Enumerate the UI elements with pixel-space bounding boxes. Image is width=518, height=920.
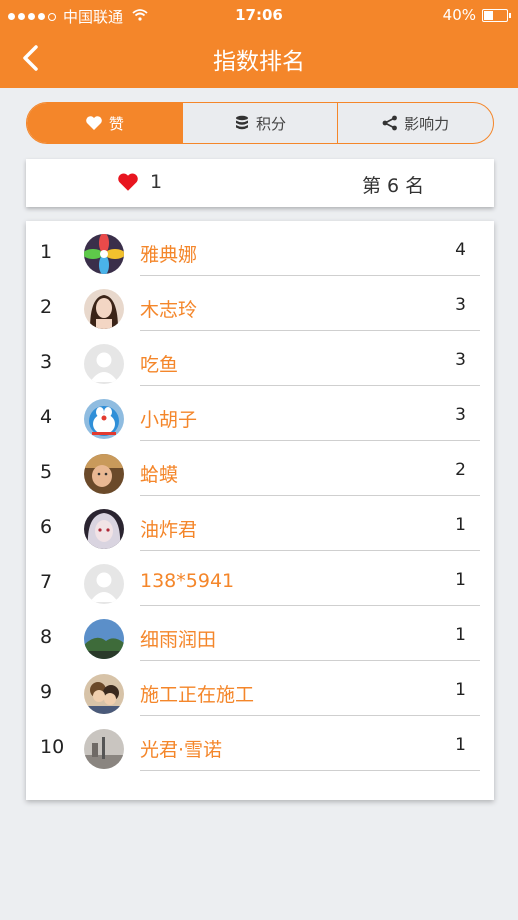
avatar <box>84 344 124 384</box>
list-item[interactable]: 9 施工正在施工 1 <box>26 661 494 716</box>
list-item[interactable]: 7 138*5941 1 <box>26 551 494 606</box>
user-name: 吃鱼 <box>140 354 179 376</box>
user-name: 小胡子 <box>140 409 198 431</box>
street-photo-avatar <box>84 729 124 769</box>
tab-likes[interactable]: 赞 <box>27 103 182 143</box>
list-item[interactable]: 8 细雨润田 1 <box>26 606 494 661</box>
user-name: 施工正在施工 <box>140 684 255 706</box>
woman-photo-avatar <box>84 289 124 329</box>
user-name: 雅典娜 <box>140 244 198 266</box>
flower-avatar <box>84 234 124 274</box>
my-rank: 第 6 名 <box>362 175 425 197</box>
avatar <box>84 674 124 714</box>
rank-number: 4 <box>40 406 53 428</box>
landscape-avatar <box>84 619 124 659</box>
avatar <box>84 454 124 494</box>
list-item[interactable]: 4 小胡子 3 <box>26 386 494 441</box>
tab-label: 赞 <box>108 114 124 133</box>
score: 1 <box>455 680 466 700</box>
list-item[interactable]: 5 蛤蟆 2 <box>26 441 494 496</box>
avatar <box>84 289 124 329</box>
page-title: 指数排名 <box>213 49 305 75</box>
score: 3 <box>455 295 466 315</box>
rank-number: 8 <box>40 626 53 648</box>
database-icon <box>236 115 248 130</box>
list-item[interactable]: 2 木志玲 3 <box>26 276 494 331</box>
user-name: 138*5941 <box>140 570 235 592</box>
default-avatar <box>84 344 124 384</box>
avatar <box>84 234 124 274</box>
tab-points[interactable]: 积分 <box>181 103 338 143</box>
score: 4 <box>455 240 466 260</box>
user-name: 油炸君 <box>140 519 198 541</box>
tab-label: 积分 <box>256 114 287 133</box>
default-avatar <box>84 564 124 604</box>
rank-number: 7 <box>40 571 53 593</box>
rank-number: 6 <box>40 516 53 538</box>
status-bar: 中国联通 17:06 40% <box>0 0 518 30</box>
tab-label: 影响力 <box>404 114 450 133</box>
share-icon <box>382 115 398 131</box>
score: 1 <box>455 515 466 535</box>
user-name: 细雨润田 <box>140 629 217 651</box>
avatar <box>84 564 124 604</box>
rank-number: 9 <box>40 681 53 703</box>
doraemon-avatar <box>84 399 124 439</box>
score: 3 <box>455 350 466 370</box>
divider <box>140 770 480 771</box>
battery-fill <box>484 10 493 20</box>
list-item[interactable]: 3 吃鱼 3 <box>26 331 494 386</box>
user-name: 木志玲 <box>140 299 198 321</box>
score: 1 <box>455 625 466 645</box>
battery-percent: 40% <box>442 6 476 24</box>
ranking-tabs: 赞 积分 影响力 <box>26 102 494 144</box>
my-likes-count: 1 <box>150 171 163 193</box>
rank-number: 10 <box>40 736 65 758</box>
cartoon-couple-avatar <box>84 674 124 714</box>
list-item[interactable]: 10 光君·雪诺 1 <box>26 716 494 771</box>
avatar <box>84 729 124 769</box>
anime-avatar <box>84 509 124 549</box>
battery-icon <box>482 8 511 22</box>
avatar <box>84 509 124 549</box>
battery-indicator: 40% <box>442 6 511 24</box>
list-item[interactable]: 1 雅典娜 4 <box>26 221 494 276</box>
user-name: 光君·雪诺 <box>140 739 223 761</box>
rank-number: 3 <box>40 351 53 373</box>
rank-number: 2 <box>40 296 53 318</box>
heart-icon <box>86 116 102 130</box>
avatar <box>84 619 124 659</box>
score: 3 <box>455 405 466 425</box>
avatar <box>84 399 124 439</box>
user-name: 蛤蟆 <box>140 464 179 486</box>
rank-number: 5 <box>40 461 53 483</box>
rank-number: 1 <box>40 241 53 263</box>
score: 1 <box>455 570 466 590</box>
score: 1 <box>455 735 466 755</box>
child-photo-avatar <box>84 454 124 494</box>
my-rank-card: 1 第 6 名 <box>26 159 494 207</box>
heart-icon <box>118 173 138 191</box>
my-likes: 1 <box>116 171 162 193</box>
nav-header: 中国联通 17:06 40% 指数排名 <box>0 0 518 88</box>
tab-influence[interactable]: 影响力 <box>337 103 493 143</box>
score: 2 <box>455 460 466 480</box>
status-time: 17:06 <box>235 6 283 24</box>
ranking-list: 1 雅典娜 4 2 木志玲 3 3 吃鱼 3 4 小胡子 3 5 蛤蟆 2 6 … <box>26 221 494 800</box>
list-item[interactable]: 6 油炸君 1 <box>26 496 494 551</box>
